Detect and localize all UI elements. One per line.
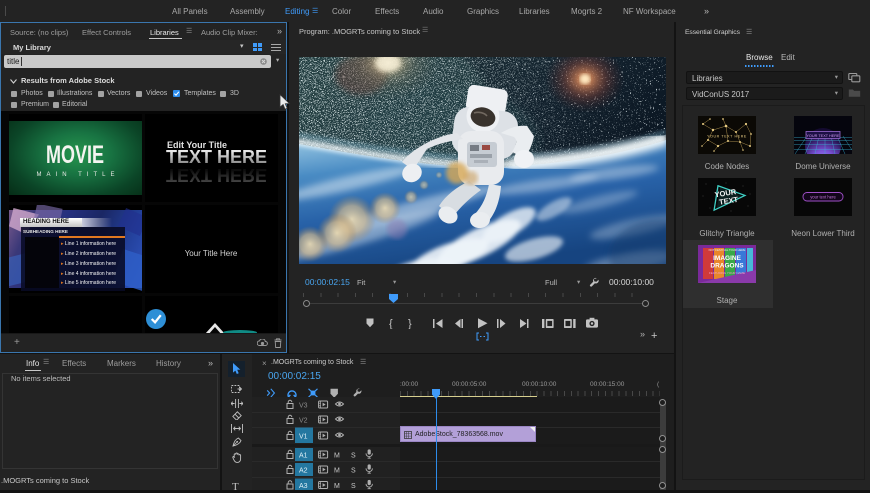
svg-text:V2: V2 (299, 418, 308, 425)
svg-text:M: M (334, 483, 340, 490)
svg-text:NOT FESTIVAL TOUR HERE: NOT FESTIVAL TOUR HERE (709, 248, 746, 252)
svg-text:YOUR TEXT HERE: YOUR TEXT HERE (707, 135, 747, 139)
svg-text:IMAGINE: IMAGINE (713, 255, 741, 262)
svg-text:FEATURING YOUR NAME: FEATURING YOUR NAME (709, 271, 745, 275)
svg-text:TEXT: TEXT (718, 195, 739, 207)
svg-text:S: S (351, 483, 356, 490)
svg-text:S: S (351, 453, 356, 460)
svg-text:V3: V3 (299, 403, 308, 410)
svg-text:M: M (334, 468, 340, 475)
svg-text:A1: A1 (299, 453, 308, 460)
svg-text:YOUR TEXT HERE: YOUR TEXT HERE (806, 134, 840, 138)
svg-text:A2: A2 (299, 468, 308, 475)
svg-text:S: S (351, 468, 356, 475)
svg-text:}: } (408, 318, 412, 329)
svg-text:DRAGONS: DRAGONS (710, 263, 744, 270)
svg-text:{: { (389, 318, 393, 329)
svg-text:V1: V1 (299, 434, 308, 441)
svg-text:M: M (334, 453, 340, 460)
svg-text:A3: A3 (299, 483, 308, 490)
svg-text:your text here: your text here (810, 195, 836, 200)
